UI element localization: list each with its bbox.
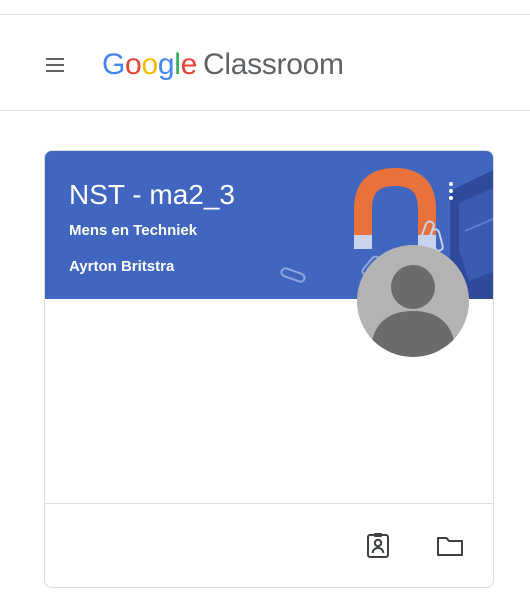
app-header: G o o g l e Classroom xyxy=(0,15,530,111)
card-footer xyxy=(45,503,493,587)
google-wordmark: G o o g l e xyxy=(102,48,197,82)
course-teacher-name[interactable]: Ayrton Britstra xyxy=(69,257,174,277)
brand-letter: G xyxy=(102,48,126,81)
brand-letter: o xyxy=(125,48,142,81)
brand-letter: o xyxy=(141,48,158,81)
course-title[interactable]: NST - ma2_3 xyxy=(69,178,235,212)
google-classroom-logo[interactable]: G o o g l e Classroom xyxy=(102,48,344,84)
folder-icon[interactable] xyxy=(435,530,465,560)
course-section: Mens en Techniek xyxy=(69,222,198,239)
brand-letter: g xyxy=(157,48,175,81)
more-vert-icon[interactable] xyxy=(439,179,463,209)
course-card[interactable]: NST - ma2_3 Mens en Techniek Ayrton Brit… xyxy=(44,150,494,588)
brand-letter: e xyxy=(180,48,198,81)
teacher-avatar[interactable] xyxy=(357,245,469,357)
product-name: Classroom xyxy=(202,48,344,81)
default-avatar-icon xyxy=(357,245,469,357)
assignment-ind-icon[interactable] xyxy=(363,530,393,560)
hamburger-menu-icon[interactable] xyxy=(42,53,74,77)
